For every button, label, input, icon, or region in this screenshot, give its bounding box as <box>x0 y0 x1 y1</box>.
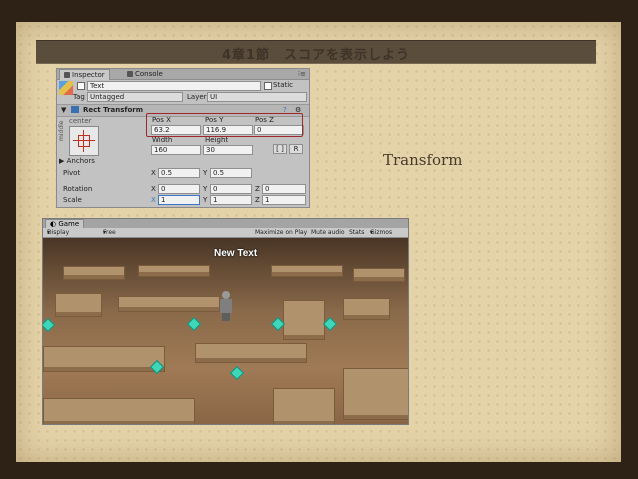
static-label: Static <box>273 81 294 89</box>
tab-console[interactable]: Console <box>123 69 167 79</box>
console-icon <box>127 71 133 77</box>
inspector-tabbar: Inspector Console ⁝≡ <box>57 69 309 80</box>
wall-block <box>343 368 408 420</box>
raw-edit-button[interactable]: R <box>289 144 303 154</box>
wall-block <box>271 265 343 277</box>
slide: 4章1節 スコアを表示しよう Transform Inspector Conso… <box>0 0 638 479</box>
wall-block <box>343 298 390 320</box>
wall-block <box>353 268 405 282</box>
tag-label: Tag <box>73 93 85 101</box>
game-view-panel: ◐ Game Display 1 ▾ Free Aspect ▾ Maximiz… <box>42 218 409 425</box>
layer-label: Layer <box>187 93 207 101</box>
scale-x-field[interactable]: 1 <box>158 195 200 205</box>
gizmos-dropdown[interactable]: Gizmos ▾ <box>370 228 392 237</box>
rotation-label: Rotation <box>63 185 93 193</box>
player-character <box>219 291 233 321</box>
wall-block <box>43 398 195 424</box>
static-checkbox[interactable] <box>264 82 272 90</box>
pivot-label: Pivot <box>63 169 81 177</box>
width-header: Width <box>152 136 173 144</box>
anchor-h-label: center <box>69 117 92 125</box>
display-dropdown[interactable]: Display 1 ▾ <box>47 228 69 245</box>
foldout-arrow-icon[interactable]: ▼ <box>61 106 66 114</box>
height-header: Height <box>205 136 229 144</box>
scale-x-label: X <box>151 196 156 204</box>
blueprint-mode-button[interactable]: [ ] <box>273 144 287 154</box>
rect-transform-icon <box>71 106 79 113</box>
wall-block <box>55 293 102 317</box>
new-text-label: New Text <box>214 248 258 259</box>
slide-title: 4章1節 スコアを表示しよう <box>221 48 411 63</box>
inspector-panel: Inspector Console ⁝≡ Text Static Tag Unt… <box>56 68 310 208</box>
object-name-field[interactable]: Text <box>87 81 261 91</box>
anchors-foldout[interactable]: ▶ Anchors <box>59 157 95 165</box>
wall-block <box>283 300 325 340</box>
anchor-v-label: middle <box>58 120 65 142</box>
game-toolbar: Display 1 ▾ Free Aspect ▾ Maximize on Pl… <box>43 228 408 245</box>
gameobject-icon <box>59 81 73 95</box>
layer-dropdown[interactable]: UI <box>207 92 307 102</box>
wall-block <box>273 388 335 424</box>
rotation-y-field[interactable]: 0 <box>210 184 252 194</box>
transform-label: Transform <box>383 151 463 169</box>
wall-block <box>138 265 210 277</box>
maximize-on-play-toggle[interactable]: Maximize on Play <box>255 228 307 237</box>
rotation-z-label: Z <box>255 185 260 193</box>
tag-dropdown[interactable]: Untagged <box>87 92 183 102</box>
scale-y-label: Y <box>203 196 208 204</box>
aspect-dropdown[interactable]: Free Aspect ▾ <box>103 228 123 245</box>
game-tabbar: ◐ Game <box>43 219 408 229</box>
wall-block <box>118 296 220 312</box>
position-highlight-box <box>146 113 303 137</box>
anchor-preset-button[interactable] <box>69 126 99 156</box>
pivot-y-field[interactable]: 0.5 <box>210 168 252 178</box>
scale-y-field[interactable]: 1 <box>210 195 252 205</box>
rotation-x-field[interactable]: 0 <box>158 184 200 194</box>
rotation-x-label: X <box>151 185 156 193</box>
pivot-y-label: Y <box>203 169 208 177</box>
title-band: 4章1節 スコアを表示しよう <box>36 40 596 64</box>
scale-z-label: Z <box>255 196 260 204</box>
active-checkbox[interactable] <box>77 82 85 90</box>
rotation-z-field[interactable]: 0 <box>262 184 306 194</box>
wall-block <box>63 266 125 280</box>
wall-block <box>195 343 307 363</box>
mute-audio-toggle[interactable]: Mute audio <box>311 228 345 237</box>
height-field[interactable]: 30 <box>203 145 253 155</box>
width-field[interactable]: 160 <box>151 145 201 155</box>
wall-block <box>43 346 165 372</box>
panel-menu-icon[interactable]: ⁝≡ <box>298 70 306 78</box>
game-scene[interactable]: New Text <box>43 238 408 424</box>
pivot-x-label: X <box>151 169 156 177</box>
scale-z-field[interactable]: 1 <box>262 195 306 205</box>
tab-inspector[interactable]: Inspector <box>59 69 110 80</box>
scale-label: Scale <box>63 196 82 204</box>
info-icon <box>64 72 70 78</box>
component-title: Rect Transform <box>83 106 144 114</box>
pivot-x-field[interactable]: 0.5 <box>158 168 200 178</box>
stats-toggle[interactable]: Stats <box>349 228 364 237</box>
rotation-y-label: Y <box>203 185 208 193</box>
